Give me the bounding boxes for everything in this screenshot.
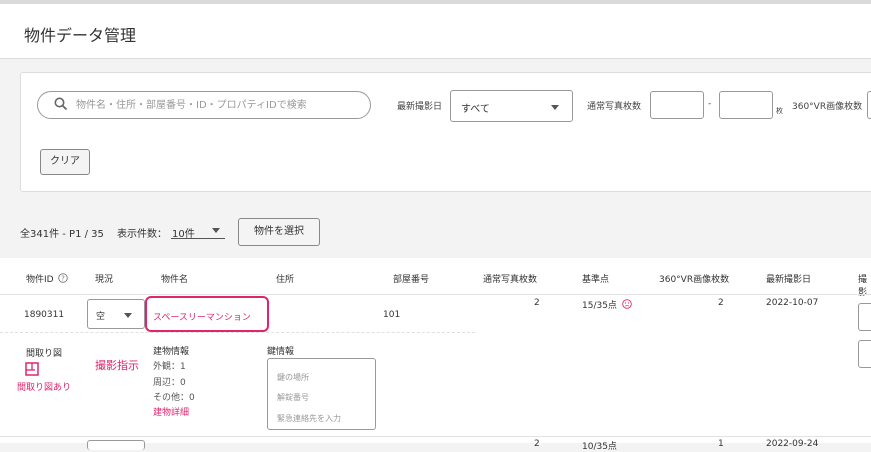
search-input[interactable] [76, 96, 366, 114]
per-page-select[interactable]: 10件 [171, 221, 225, 240]
vr-count-next: 1 [718, 439, 724, 449]
photo-count: 2 [534, 298, 540, 308]
divider [0, 436, 871, 437]
property-name-link[interactable]: スペースリーマンション [153, 310, 251, 323]
header-name: 物件名 [161, 275, 189, 285]
header-address: 住所 [276, 275, 295, 285]
svg-text:?: ? [62, 275, 66, 283]
header-base-point: 基準点 [582, 275, 610, 285]
help-icon[interactable]: ? [58, 273, 69, 283]
building-info-title: 建物情報 [153, 347, 190, 357]
unlock-code-placeholder: 解錠番号 [277, 393, 309, 402]
base-point-next: 10/35点 [582, 442, 617, 452]
property-table: 物件ID ? 現況 物件名 住所 部屋番号 通常写真枚数 基準点 360°VR画… [0, 258, 871, 452]
emergency-contact-placeholder: 緊急連絡先を入力 [277, 414, 341, 423]
photo-count-min-input[interactable] [650, 91, 704, 119]
shoot-detail-input[interactable] [858, 340, 871, 368]
latest-shoot-label: 最新撮影日 [397, 102, 443, 112]
search-box[interactable] [37, 91, 371, 119]
photo-count-next: 2 [534, 439, 540, 449]
status-value: 空 [96, 312, 106, 322]
status-select[interactable]: 空 [87, 299, 145, 329]
latest-date-next: 2022-09-24 [766, 439, 819, 449]
row-divider [0, 332, 475, 333]
header-id-label: 物件ID [26, 275, 54, 285]
clear-button[interactable]: クリア [40, 149, 90, 175]
key-location-placeholder: 鍵の場所 [277, 373, 309, 382]
select-property-button[interactable]: 物件を選択 [238, 218, 320, 246]
range-dash: - [708, 99, 712, 109]
page-title: 物件データ管理 [24, 26, 137, 45]
key-info-textarea[interactable]: 鍵の場所 解錠番号 緊急連絡先を入力 [267, 358, 376, 430]
unit-label: 枚 [776, 107, 783, 115]
chevron-down-icon [124, 313, 132, 318]
shoot-instruction-link[interactable]: 撮影指示 [95, 357, 139, 373]
vr-count-min-input[interactable] [867, 91, 871, 119]
search-icon [54, 97, 68, 111]
header-id: 物件ID ? [26, 272, 69, 285]
base-point-value: 15/35点 [582, 301, 617, 311]
building-info-surroundings: 周辺：0 [153, 378, 186, 388]
building-info-other: その他：0 [153, 393, 195, 403]
per-page-value: 10件 [172, 229, 195, 240]
key-info-title: 鍵情報 [267, 347, 295, 357]
photo-count-label: 通常写真枚数 [587, 102, 642, 112]
filter-panel: 最新撮影日 すべて 通常写真枚数 - 枚 360°VR画像枚数 クリア [20, 72, 871, 192]
floorplan-label: 間取り図 [26, 349, 63, 359]
per-page-label: 表示件数： [117, 229, 167, 240]
page-header: 物件データ管理 [0, 4, 871, 59]
header-photo-count: 通常写真枚数 [483, 275, 538, 285]
chevron-down-icon [212, 228, 220, 233]
floorplan-icon[interactable] [25, 362, 39, 376]
header-vr-count: 360°VR画像枚数 [659, 275, 730, 285]
header-status: 現況 [95, 275, 114, 285]
header-latest-date: 最新撮影日 [766, 275, 812, 285]
divider [0, 294, 871, 295]
building-detail-link[interactable]: 建物詳細 [153, 405, 189, 418]
chevron-down-icon [551, 105, 559, 110]
latest-date: 2022-10-07 [766, 298, 819, 308]
floorplan-status[interactable]: 間取り図あり [17, 380, 71, 393]
latest-shoot-select[interactable]: すべて [450, 90, 573, 122]
result-count: 全341件 - P1 / 35 [20, 229, 104, 240]
header-room: 部屋番号 [393, 275, 430, 285]
shoot-input[interactable] [858, 303, 871, 331]
latest-shoot-value: すべて [461, 104, 490, 115]
room-number: 101 [383, 310, 401, 320]
building-info-exterior: 外観：1 [153, 362, 186, 372]
vr-count-label: 360°VR画像枚数 [792, 102, 863, 112]
vr-count: 2 [718, 298, 724, 308]
sad-face-icon [622, 299, 632, 309]
status-select-next[interactable] [87, 440, 145, 450]
property-id: 1890311 [24, 310, 65, 320]
base-point: 15/35点 [582, 298, 632, 311]
photo-count-max-input[interactable] [719, 91, 773, 119]
